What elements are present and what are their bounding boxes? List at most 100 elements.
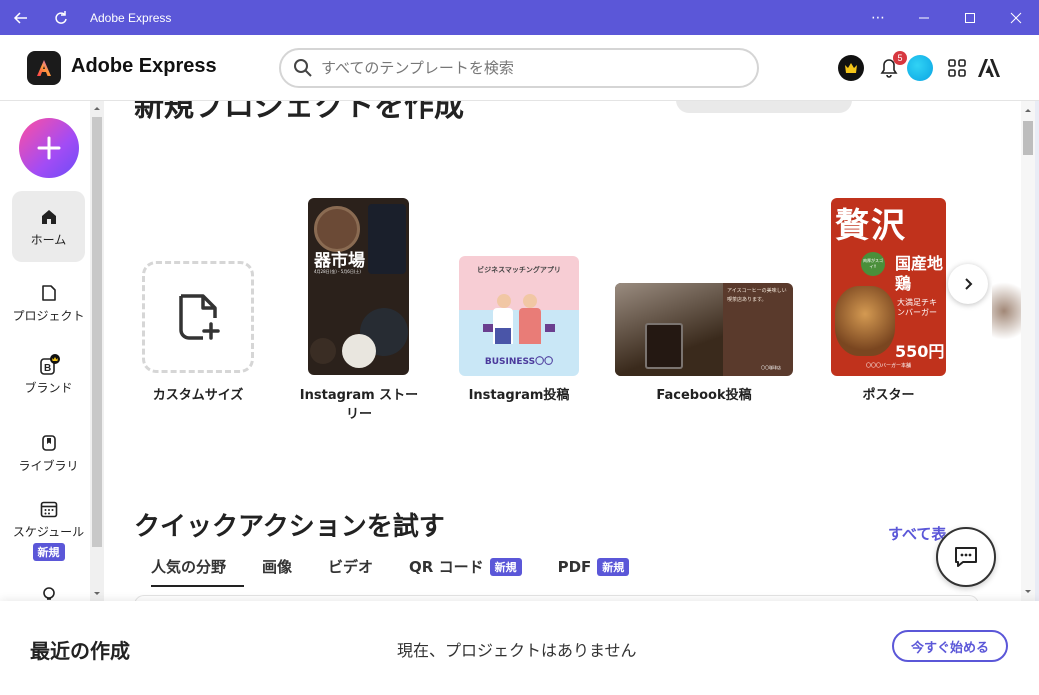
search-icon bbox=[294, 59, 312, 77]
poster-thumb-mid: 国産地鶏 bbox=[895, 254, 944, 293]
refresh-button[interactable] bbox=[46, 0, 76, 35]
sidebar-item-schedule[interactable]: スケジュール 新規 bbox=[12, 497, 85, 561]
sidebar-item-home[interactable]: ホーム bbox=[12, 191, 85, 262]
story-thumb-title: 器市場 bbox=[314, 251, 365, 271]
instagram-story-thumbnail[interactable]: 器市場 4月28日(金) - 5月6日(土) bbox=[308, 198, 409, 375]
scroll-up-icon bbox=[94, 107, 100, 110]
tile-label: Instagram ストーリー bbox=[299, 388, 419, 422]
window-title: Adobe Express bbox=[90, 10, 172, 25]
tile-label-instagram-post: Instagram投稿 bbox=[459, 384, 579, 403]
premium-button[interactable] bbox=[838, 55, 864, 81]
poster-thumb-footer: 〇〇〇バーガー本舗 bbox=[865, 363, 911, 369]
poster-thumb-title: 贅沢 bbox=[835, 206, 907, 246]
new-badge: 新規 bbox=[597, 557, 630, 576]
facebook-thumb-sub: 〇〇珈琲店 bbox=[761, 365, 781, 370]
tab-label: QR コード bbox=[409, 558, 484, 576]
minimize-button[interactable] bbox=[901, 0, 947, 35]
express-logo-icon bbox=[37, 60, 51, 76]
poster-thumb-price: 550円 bbox=[895, 342, 945, 361]
minimize-icon bbox=[919, 17, 929, 18]
back-button[interactable] bbox=[6, 0, 36, 35]
back-arrow-icon bbox=[13, 11, 27, 24]
facebook-thumb-text: アイスコーヒーの美味しい喫茶店あります。 bbox=[727, 288, 787, 303]
window-titlebar: Adobe Express ⋯ bbox=[0, 0, 1039, 35]
adobe-button[interactable] bbox=[976, 55, 1002, 81]
library-icon bbox=[12, 431, 85, 455]
close-button[interactable] bbox=[993, 0, 1039, 35]
sidebar-item-label: ライブラリ bbox=[18, 459, 79, 473]
sidebar-item-projects[interactable]: プロジェクト bbox=[12, 281, 85, 324]
search-bar[interactable] bbox=[279, 48, 759, 88]
apps-button[interactable] bbox=[944, 55, 970, 81]
facebook-post-thumbnail[interactable]: アイスコーヒーの美味しい喫茶店あります。 〇〇珈琲店 bbox=[615, 283, 793, 376]
sidebar-item-label: プロジェクト bbox=[12, 309, 85, 323]
close-icon bbox=[1010, 12, 1022, 23]
brand-icon: B bbox=[12, 353, 85, 377]
svg-text:B: B bbox=[44, 363, 51, 374]
tab-video[interactable]: ビデオ bbox=[310, 556, 391, 587]
post-thumb-sub: BUSINESS〇〇 bbox=[484, 357, 554, 367]
notifications-button[interactable]: 5 bbox=[876, 51, 907, 81]
calendar-icon bbox=[12, 497, 85, 521]
quick-actions-tabs: 人気の分野 画像 ビデオ QR コード 新規 PDF 新規 bbox=[134, 556, 647, 587]
apps-grid-icon bbox=[948, 59, 966, 77]
instagram-post-thumbnail[interactable]: ビジネスマッチングアプリ BUSINESS〇〇 bbox=[459, 256, 579, 376]
tab-label: ビデオ bbox=[328, 558, 374, 576]
tile-label: ポスター bbox=[862, 388, 915, 403]
search-input[interactable] bbox=[321, 59, 721, 77]
sidebar-item-label: ブランド bbox=[24, 381, 73, 395]
left-sidebar: ホーム プロジェクト B ブランド ライブラリ スケジュール 新規 bbox=[0, 101, 90, 601]
sidebar-item-library[interactable]: ライブラリ bbox=[12, 431, 85, 474]
crown-icon bbox=[845, 63, 857, 73]
main-scrollbar[interactable] bbox=[1021, 101, 1035, 601]
tile-label: Facebook投稿 bbox=[656, 388, 752, 403]
chevron-right-icon bbox=[965, 278, 973, 290]
recent-empty-message: 現在、プロジェクトはありません bbox=[397, 641, 637, 660]
sidebar-item-brand[interactable]: B ブランド bbox=[12, 353, 85, 396]
tab-qr-code[interactable]: QR コード 新規 bbox=[391, 556, 540, 587]
more-button[interactable]: ⋯ bbox=[855, 0, 901, 35]
recent-title: 最近の作成 bbox=[30, 639, 130, 663]
carousel-next-button[interactable] bbox=[948, 264, 988, 304]
adobe-logo-icon bbox=[978, 59, 1000, 77]
scrollbar-thumb[interactable] bbox=[1023, 121, 1033, 155]
scroll-down-icon bbox=[1025, 590, 1031, 593]
scroll-down-icon bbox=[94, 592, 100, 595]
tile-label: カスタムサイズ bbox=[152, 388, 244, 403]
tab-label: 人気の分野 bbox=[151, 558, 227, 576]
scrollbar-thumb[interactable] bbox=[92, 117, 102, 547]
custom-size-tile[interactable] bbox=[142, 261, 254, 373]
adobe-express-logo[interactable] bbox=[27, 51, 61, 85]
refresh-icon bbox=[55, 10, 67, 24]
tab-popular[interactable]: 人気の分野 bbox=[134, 556, 245, 587]
plus-icon bbox=[37, 136, 61, 160]
home-icon bbox=[12, 205, 85, 229]
avatar[interactable] bbox=[907, 55, 933, 81]
chat-button[interactable] bbox=[936, 527, 996, 587]
start-now-button[interactable]: 今すぐ始める bbox=[892, 630, 1008, 662]
chat-bubble-icon bbox=[955, 547, 977, 567]
create-section-heading: 新規プロジェクトを作成 bbox=[134, 101, 464, 124]
brand-name: Adobe Express bbox=[71, 55, 217, 77]
heading-pill[interactable] bbox=[676, 101, 852, 113]
tile-label-facebook: Facebook投稿 bbox=[615, 384, 793, 403]
sidebar-item-label: ホーム bbox=[30, 233, 67, 247]
tile-label: Instagram投稿 bbox=[468, 388, 570, 403]
tab-image[interactable]: 画像 bbox=[244, 556, 310, 587]
tab-pdf[interactable]: PDF 新規 bbox=[540, 557, 648, 586]
sidebar-scrollbar[interactable] bbox=[90, 101, 104, 601]
notification-badge: 5 bbox=[893, 51, 907, 65]
poster-thumb-bubble: 肉厚がスゴイ!! bbox=[861, 252, 885, 276]
story-thumb-sub: 4月28日(金) - 5月6日(土) bbox=[314, 269, 361, 274]
new-badge: 新規 bbox=[489, 557, 522, 576]
see-all-link[interactable]: すべて表 bbox=[888, 523, 946, 544]
sidebar-item-label: スケジュール bbox=[12, 525, 85, 539]
poster-thumbnail[interactable]: 贅沢 肉厚がスゴイ!! 国産地鶏 大満足チキンバーガー 550円 〇〇〇バーガー… bbox=[831, 198, 946, 376]
tile-label-custom: カスタムサイズ bbox=[134, 384, 262, 403]
maximize-button[interactable] bbox=[947, 0, 993, 35]
custom-size-icon bbox=[179, 294, 220, 340]
new-badge: 新規 bbox=[32, 543, 65, 561]
create-new-button[interactable] bbox=[19, 118, 79, 178]
tab-label: 画像 bbox=[262, 558, 293, 576]
more-icon: ⋯ bbox=[871, 9, 885, 26]
